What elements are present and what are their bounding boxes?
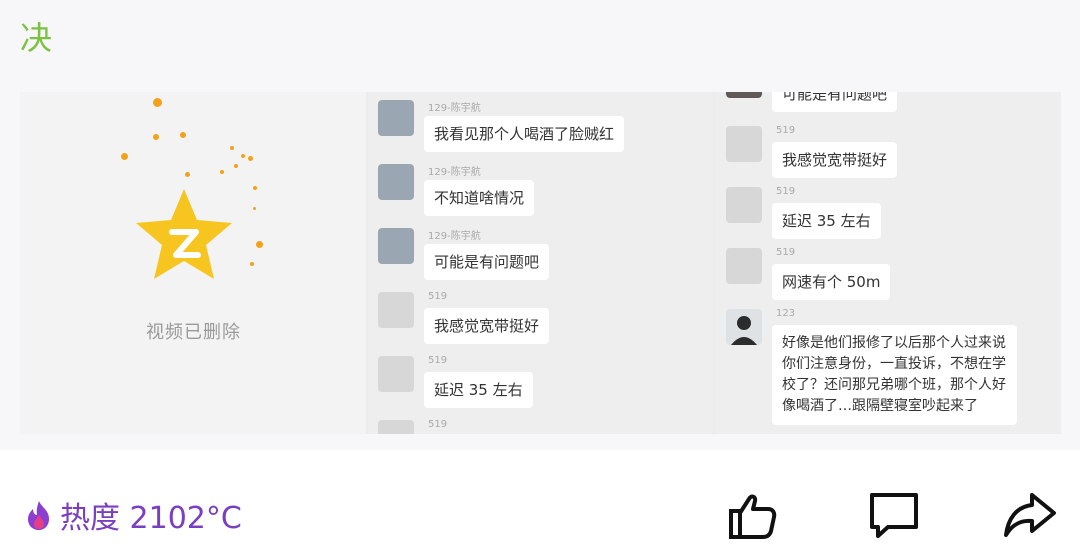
- chat-sender: 129-陈宇航: [428, 231, 481, 242]
- chat-bubble: 好像是他们报修了以后那个人过来说你们注意身份，一直投诉，不想在学校了？还问那兄弟…: [772, 325, 1017, 425]
- chat-sender: 519: [776, 186, 796, 197]
- comment-button[interactable]: [866, 487, 922, 543]
- comment-icon: [870, 493, 918, 538]
- chat-bubble: 我看见那个人喝酒了脸贼红: [424, 116, 625, 152]
- flame-icon: [28, 501, 49, 530]
- sketch-avatar: [726, 248, 762, 284]
- chat-sender: 519: [776, 247, 796, 258]
- chat-sender: 129-陈宇航: [428, 167, 481, 178]
- share-button[interactable]: [1002, 487, 1058, 543]
- chat-bubble: 网速有个 50m: [772, 264, 891, 300]
- person-avatar: [726, 309, 762, 345]
- chat-bubble: 我感觉宽带挺好: [424, 308, 550, 344]
- chat-bubble: 不知道啥情况: [424, 180, 535, 216]
- photo-avatar: [378, 100, 414, 136]
- heat-label: 热度 2102°C: [60, 501, 242, 536]
- post-content-area: 决 视频已删除 129-陈宇航 我看见那个人喝酒了脸贼红 129-陈宇航 不知道…: [0, 0, 1080, 450]
- chat-sender: 123: [776, 308, 796, 319]
- chat-bubble: 可能是有问题吧: [424, 244, 550, 280]
- like-button[interactable]: [725, 487, 781, 543]
- post-text-fragment: 决: [20, 19, 53, 57]
- chat-sender: 129-陈宇航: [428, 103, 481, 114]
- sketch-avatar: [378, 420, 414, 434]
- chat-bubble: 我感觉宽带挺好: [772, 142, 898, 178]
- sketch-avatar: [378, 292, 414, 328]
- deleted-video-panel[interactable]: 视频已删除: [20, 92, 366, 434]
- chat-bubble: 可能是有问题吧: [772, 92, 898, 112]
- image-strip[interactable]: 视频已删除 129-陈宇航 我看见那个人喝酒了脸贼红 129-陈宇航 不知道啥情…: [20, 92, 1061, 434]
- photo-avatar: [378, 228, 414, 264]
- chat-sender: 519: [428, 355, 448, 366]
- sketch-avatar: [726, 187, 762, 223]
- thumbs-up-icon: [729, 494, 777, 539]
- heat-indicator: 热度 2102°C: [22, 495, 242, 536]
- sketch-avatar: [378, 356, 414, 392]
- chat-screenshot-panel-2[interactable]: 可能是有问题吧 519 我感觉宽带挺好 519 延迟 35 左右 519 网速有…: [716, 92, 1061, 434]
- chat-sender: 519: [428, 419, 448, 430]
- chat-bubble: 延迟 35 左右: [772, 203, 881, 239]
- sketch-avatar: [726, 126, 762, 162]
- chat-bubble: 延迟 35 左右: [424, 372, 533, 408]
- post-action-bar: 热度 2102°C: [0, 455, 1080, 550]
- chat-sender: 519: [428, 291, 448, 302]
- video-deleted-label: 视频已删除: [146, 322, 241, 343]
- photo-avatar: [378, 164, 414, 200]
- share-icon: [1004, 493, 1056, 537]
- chat-screenshot-panel-1[interactable]: 129-陈宇航 我看见那个人喝酒了脸贼红 129-陈宇航 不知道啥情况 129-…: [368, 92, 712, 434]
- chat-sender: 519: [776, 125, 796, 136]
- qzone-star-icon: [136, 189, 232, 279]
- photo-avatar: [726, 92, 762, 98]
- person-silhouette-icon: [731, 316, 757, 345]
